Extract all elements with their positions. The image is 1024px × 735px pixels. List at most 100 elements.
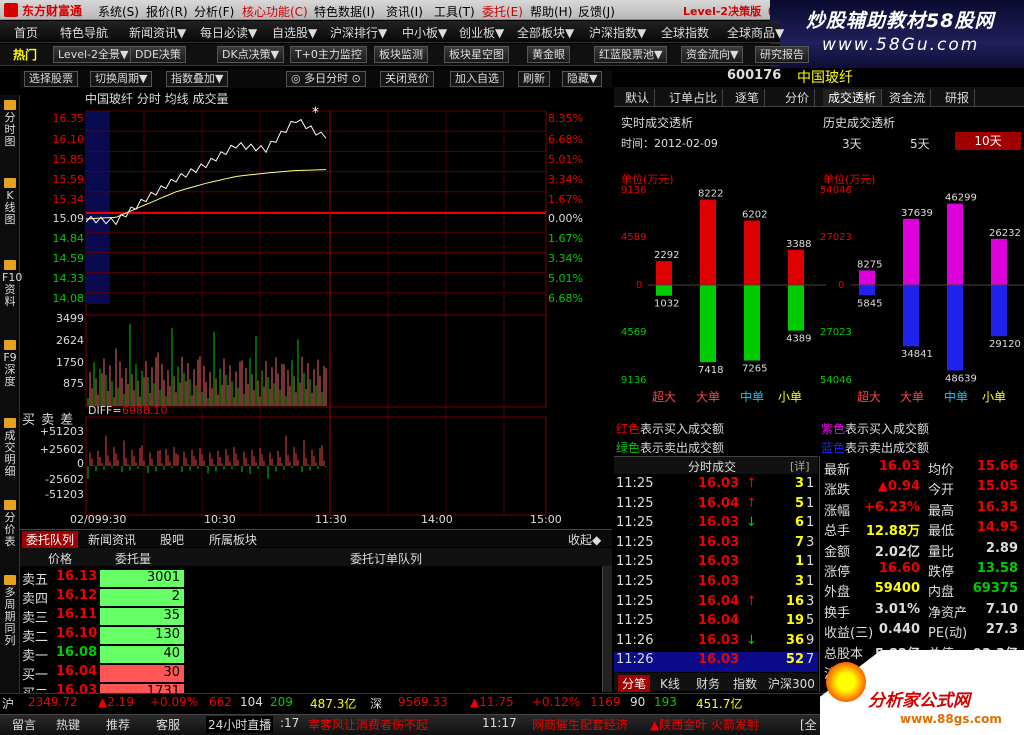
period-3d[interactable]: 3天 (842, 135, 862, 152)
bottom-recommend[interactable]: 推荐 (106, 716, 130, 733)
menu-core[interactable]: 核心功能(C) (242, 3, 308, 20)
nav-home[interactable]: 首页 (14, 24, 38, 41)
nav-news[interactable]: 新闻资讯▼ (129, 24, 186, 41)
period-10d[interactable]: 10天 (955, 132, 1021, 150)
nav-sme[interactable]: 中小板▼ (402, 24, 447, 41)
close-auction-button[interactable]: 关闭竞价 (380, 71, 434, 87)
tool-level2[interactable]: Level-2全景▼ (53, 46, 134, 63)
news-ticker-1[interactable]: 宰客风让消费者伤不起 (308, 716, 428, 733)
menu-feedback[interactable]: 反馈(J) (578, 3, 615, 20)
tool-capital-flow[interactable]: 资金流向▼ (681, 46, 744, 63)
tab-ticks[interactable]: 逐笔 (730, 89, 766, 106)
depth-icon (4, 340, 16, 350)
side-f10[interactable]: F10资料 (2, 260, 22, 308)
menu-trade[interactable]: 委托(E) (482, 3, 523, 20)
quote-label: 涨跌 (824, 483, 851, 499)
tab-kline[interactable]: K线 (660, 675, 680, 692)
tick-volume: 6 (794, 515, 804, 531)
nav-sectors[interactable]: 全部板块▼ (517, 24, 574, 41)
tab-order-queue[interactable]: 委托队列 (22, 531, 79, 548)
tab-deal-analysis[interactable]: 成交透析 (823, 89, 883, 106)
menu-news[interactable]: 资讯(I) (386, 3, 423, 20)
book-scrollbar[interactable] (602, 566, 612, 692)
stock-name: 中国玻纤 (797, 70, 853, 86)
buy-value: 3388 (786, 239, 811, 250)
nav-indices[interactable]: 沪深指数▼ (589, 24, 646, 41)
tool-research[interactable]: 研究报告 (755, 46, 809, 63)
news-more[interactable]: [全 (800, 716, 817, 733)
news-ticker-2[interactable]: 网商催生配套经济 (532, 716, 628, 733)
sell-value: 7265 (742, 364, 767, 375)
tab-tick[interactable]: 分笔 (618, 675, 651, 692)
ticks-detail-link[interactable]: [详] (790, 458, 810, 474)
tool-golden-eye[interactable]: 黄金眼 (527, 46, 570, 63)
nav-gem[interactable]: 创业板▼ (459, 24, 504, 41)
rt-axis: 4589 (621, 232, 647, 243)
side-intraday[interactable]: 分时图 (2, 100, 18, 148)
nav-daily[interactable]: 每日必读▼ (200, 24, 257, 41)
tick-time: 11:25 (616, 554, 654, 570)
tick-row[interactable]: 11:26 16.03 ↓ 36 9 (614, 633, 818, 653)
tool-dk[interactable]: DK点决策▼ (217, 46, 285, 63)
add-watchlist-button[interactable]: 加入自选 (450, 71, 504, 87)
collapse-button[interactable]: 收起◆ (568, 531, 601, 548)
menu-help[interactable]: 帮助(H) (530, 3, 572, 20)
side-price-table[interactable]: 分价表 (2, 500, 18, 548)
tab-capital[interactable]: 资金流 (884, 89, 932, 106)
tab-news[interactable]: 新闻资讯 (88, 531, 136, 548)
side-kline[interactable]: K线图 (2, 178, 18, 226)
bottom-message[interactable]: 留言 (12, 716, 36, 733)
menu-special-data[interactable]: 特色数据(I) (314, 3, 375, 20)
tab-price-dist[interactable]: 分价 (780, 89, 816, 106)
tab-sector[interactable]: 所属板块 (209, 531, 257, 548)
tick-row[interactable]: 11:25 16.03 ↓ 6 1 (614, 515, 818, 535)
menu-analysis[interactable]: 分析(F) (194, 3, 234, 20)
tick-row[interactable]: 11:25 16.04 ↑ 16 3 (614, 594, 818, 614)
bottom-service[interactable]: 客服 (156, 716, 180, 733)
news-ticker-3[interactable]: ▲陕西金叶 火箭发射 (650, 716, 759, 733)
select-stock-button[interactable]: 选择股票 (24, 71, 78, 87)
tab-order-ratio[interactable]: 订单占比 (664, 89, 724, 106)
nav-commodities[interactable]: 全球商品▼ (727, 24, 784, 41)
index-overlay-button[interactable]: 指数叠加▼ (166, 71, 229, 87)
tab-default[interactable]: 默认 (620, 89, 656, 106)
nav-watchlist[interactable]: 自选股▼ (272, 24, 317, 41)
side-multiperiod[interactable]: 多周期同列 (2, 575, 18, 647)
tick-row[interactable]: 11:25 16.03 1 1 (614, 554, 818, 574)
quote-value: 69375 (972, 581, 1018, 597)
tick-row[interactable]: 11:25 16.03 3 1 (614, 574, 818, 594)
tick-row[interactable]: 11:25 16.04 19 5 (614, 613, 818, 633)
tab-index[interactable]: 指数 (733, 675, 757, 692)
tick-row[interactable]: 11:25 16.03 ↑ 3 1 (614, 476, 818, 496)
tab-hs300[interactable]: 沪深300 (768, 675, 815, 692)
bottom-hotkey[interactable]: 热键 (56, 716, 80, 733)
switch-period-button[interactable]: 切换周期▼ (90, 71, 153, 87)
tick-row[interactable]: 11:26 16.03 52 7 (614, 652, 818, 673)
tool-sector-monitor[interactable]: 板块监测 (374, 46, 428, 63)
period-5d[interactable]: 5天 (910, 135, 930, 152)
tab-finance[interactable]: 财务 (696, 675, 720, 692)
tool-starmap[interactable]: 板块星空图 (444, 46, 509, 63)
menu-quote[interactable]: 报价(R) (146, 3, 188, 20)
tab-reports[interactable]: 研报 (940, 89, 976, 106)
tool-pool[interactable]: 红蓝股票池▼ (594, 46, 668, 63)
side-depth[interactable]: F9深度 (2, 340, 18, 388)
nav-global-index[interactable]: 全球指数 (661, 24, 709, 41)
menu-system[interactable]: 系统(S) (98, 3, 139, 20)
menu-tools[interactable]: 工具(T) (434, 3, 475, 20)
quote-value: 14.95 (976, 520, 1018, 536)
quote-label: 总股本 (824, 646, 864, 662)
tool-dde[interactable]: DDE决策 (130, 46, 186, 63)
rt-axis: 9136 (621, 185, 647, 196)
multi-day-button[interactable]: ◎ 多日分时 ⊙ (286, 71, 366, 87)
live-label[interactable]: 24小时直播 (206, 716, 274, 733)
nav-featured[interactable]: 特色导航 (60, 24, 108, 41)
tick-row[interactable]: 11:25 16.04 ↑ 5 1 (614, 496, 818, 516)
nav-ranking[interactable]: 沪深排行▼ (330, 24, 387, 41)
tool-t0[interactable]: T+0主力监控 (290, 46, 367, 63)
tick-row[interactable]: 11:25 16.03 7 3 (614, 535, 818, 555)
side-trades[interactable]: 成交明细 (2, 418, 18, 478)
hide-button[interactable]: 隐藏▼ (562, 71, 603, 87)
tab-forum[interactable]: 股吧 (160, 531, 184, 548)
refresh-button[interactable]: 刷新 (518, 71, 550, 87)
